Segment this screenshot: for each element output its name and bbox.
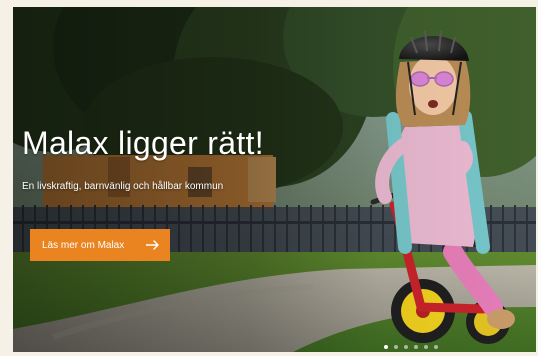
hero-subtitle: En livskraftig, barnvänlig och hållbar k…	[22, 181, 224, 192]
carousel-dot-1[interactable]	[384, 345, 388, 349]
read-more-button[interactable]: Läs mer om Malax	[30, 229, 170, 261]
carousel-dot-2[interactable]	[394, 345, 398, 349]
carousel-dot-6[interactable]	[434, 345, 438, 349]
hero-banner: Malax ligger rätt! En livskraftig, barnv…	[13, 7, 536, 352]
hero-content: Malax ligger rätt! En livskraftig, barnv…	[22, 7, 352, 352]
read-more-label: Läs mer om Malax	[42, 239, 125, 251]
carousel-dot-5[interactable]	[424, 345, 428, 349]
arrow-right-icon	[146, 240, 159, 250]
carousel-dots	[384, 345, 438, 349]
carousel-dot-4[interactable]	[414, 345, 418, 349]
carousel-dot-3[interactable]	[404, 345, 408, 349]
hero-title: Malax ligger rätt!	[22, 125, 264, 161]
